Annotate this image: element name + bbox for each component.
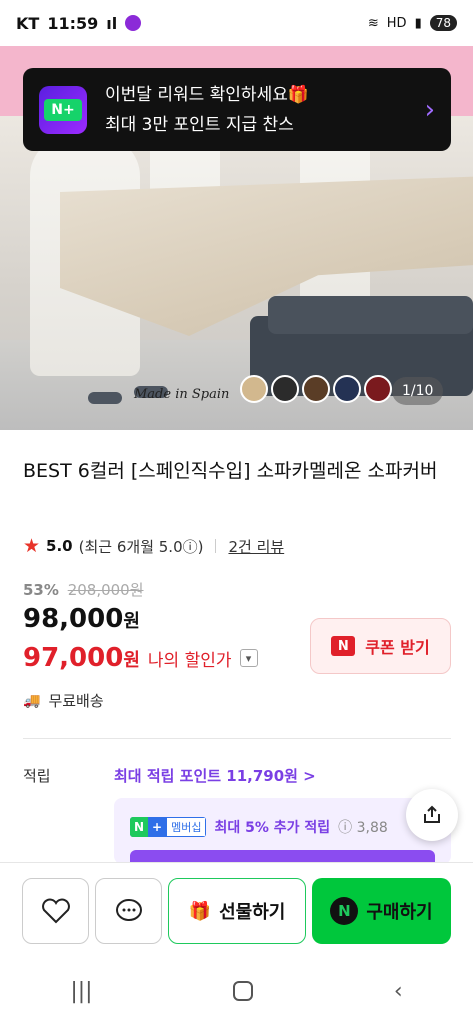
rating-score: 5.0 [46, 537, 73, 555]
divider [215, 539, 217, 553]
buy-button[interactable]: N 구매하기 [312, 878, 451, 944]
points-link[interactable]: 최대 적립 포인트 11,790원 > [114, 765, 316, 786]
made-in-caption: Made in Spain [134, 387, 230, 402]
rating-recent[interactable]: (최근 6개월 5.0ⓘ) [79, 536, 204, 557]
review-link[interactable]: 2건 리뷰 [228, 536, 284, 557]
gift-label: 선물하기 [219, 902, 286, 923]
banner-line-1: 이번달 리워드 확인하세요🎁 [105, 84, 310, 105]
chat-button[interactable] [95, 878, 162, 944]
wifi-icon: ≋ [367, 15, 379, 31]
sale-price-value: 98,000 [23, 604, 124, 634]
home-icon[interactable] [233, 981, 254, 1001]
original-price: 208,000원 [67, 581, 144, 599]
shipping-label: 무료배송 [48, 692, 104, 710]
heart-icon [41, 898, 70, 924]
naver-n-icon: N [330, 897, 359, 925]
sofa-seat-shape [268, 296, 473, 334]
buy-label: 구매하기 [366, 902, 433, 923]
battery-indicator: 78 [429, 15, 457, 31]
share-button[interactable] [406, 789, 458, 841]
color-swatch-black[interactable] [271, 375, 299, 403]
nplus-label: N+ [44, 98, 82, 121]
banner-line-2: 최대 3만 포인트 지급 찬스 [105, 114, 294, 135]
color-swatch-red[interactable] [364, 375, 392, 403]
chevron-right-icon[interactable]: › [425, 95, 435, 125]
shipping-info: 🚚 무료배송 [23, 690, 104, 711]
status-bar: KT 11:59 ıl ≋ HD ▮ 78 [0, 0, 473, 46]
gift-icon: 🎁 [188, 900, 212, 922]
bottom-action-bar: 🎁 선물하기 N 구매하기 [0, 862, 473, 958]
color-swatch-beige[interactable] [240, 375, 268, 403]
membership-extra-points: 최대 5% 추가 적립 [214, 820, 331, 836]
hd-icon: HD [386, 15, 407, 31]
my-price-unit: 원 [123, 650, 140, 671]
naver-plus-membership-badge: N + 멤버십 [130, 817, 207, 837]
gift-button[interactable]: 🎁 선물하기 [168, 878, 306, 944]
sale-price-unit: 원 [123, 611, 140, 632]
cell-signal-icon: ▮ [414, 15, 422, 31]
my-discount-price: 97,000원 나의 할인가 ▾ [23, 643, 258, 673]
product-title: BEST 6컬러 [스페인직수입] 소파카멜레온 소파커버 [23, 460, 438, 482]
reward-notification-banner[interactable]: N+ 이번달 리워드 확인하세요🎁 최대 3만 포인트 지급 찬스 › [23, 68, 451, 151]
discount-percent: 53% [23, 581, 59, 599]
shoe-shape [88, 392, 122, 404]
points-label: 적립 [23, 767, 51, 785]
naver-plus-icon: N+ [39, 85, 87, 134]
back-icon[interactable]: ‹ [394, 979, 403, 1004]
discount-line: 53% 208,000원 [23, 579, 144, 600]
clock: 11:59 [47, 13, 99, 33]
sale-price: 98,000원 [23, 604, 140, 634]
wishlist-button[interactable] [22, 878, 89, 944]
rating-row: ★ 5.0 (최근 6개월 5.0ⓘ) 2건 리뷰 [23, 535, 284, 557]
star-icon: ★ [23, 535, 41, 557]
coupon-label: 쿠폰 받기 [365, 638, 430, 657]
my-price-label: 나의 할인가 [147, 650, 232, 671]
color-swatch-navy[interactable] [333, 375, 361, 403]
membership-badge-text: 멤버십 [166, 817, 207, 837]
share-icon [424, 805, 440, 823]
app-notification-icon [125, 15, 142, 31]
chat-bubble-icon [115, 899, 142, 921]
chevron-down-icon[interactable]: ▾ [239, 649, 258, 667]
image-counter: 1/10 [392, 377, 444, 405]
my-price-value: 97,000 [23, 643, 124, 673]
color-swatches [240, 375, 392, 403]
system-nav-bar: ||| ‹ [0, 958, 473, 1024]
truck-icon: 🚚 [23, 692, 41, 709]
naver-n-icon: N [331, 636, 356, 656]
signal-bars-icon: ıl [106, 13, 118, 33]
section-divider [23, 738, 451, 739]
color-swatch-brown[interactable] [302, 375, 330, 403]
membership-row: N + 멤버십 최대 5% 추가 적립 ⓘ 3,88 [130, 817, 388, 837]
membership-info[interactable]: ⓘ 3,88 [338, 817, 388, 837]
carrier: KT [16, 13, 40, 33]
recent-apps-icon[interactable]: ||| [70, 979, 92, 1004]
coupon-button[interactable]: N 쿠폰 받기 [310, 618, 451, 674]
